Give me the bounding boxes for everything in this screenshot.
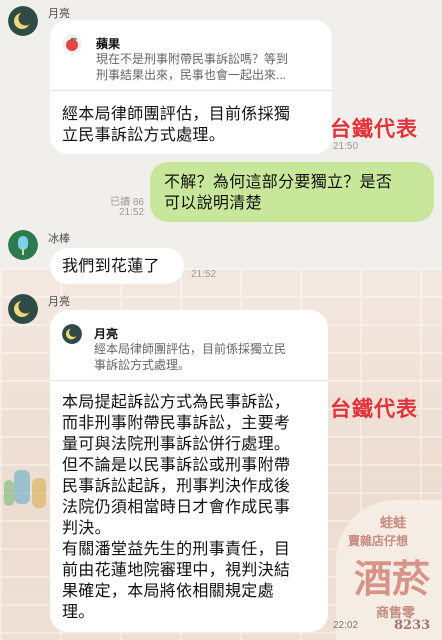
message-text-line: 理。 — [62, 604, 95, 621]
message-text-line: 判決。 — [62, 520, 111, 537]
message-text-line: 經本局律師團評估，目前係採獨 — [62, 106, 291, 123]
avatar-popsicle[interactable] — [8, 230, 38, 260]
message-bubble-incoming[interactable]: 我們到花蓮了 — [50, 248, 184, 284]
quoted-text-line: 事訴訟方式處理。 — [94, 358, 191, 372]
message-bubble-incoming[interactable]: 蘋果 現在不是刑事附帶民事訴訟嗎？等到 刑事結果出來，民事也會一起出來... 經… — [50, 20, 332, 154]
sender-name: 冰棒 — [48, 233, 70, 245]
message-text-line: 有關潘堂益先生的刑事責任，目 — [62, 541, 291, 558]
apple-icon — [62, 34, 82, 54]
moon-icon — [62, 324, 82, 344]
sender-name: 月亮 — [48, 296, 70, 308]
message-text-line: 不解？為何這部分要獨立？是否 — [164, 174, 393, 191]
message-text-line: 民事訴訟起訴，刑事判決作成後 — [62, 478, 291, 495]
moon-icon — [8, 294, 38, 324]
message-text-line: 可以說明清楚 — [164, 195, 262, 212]
sender-name: 月亮 — [48, 8, 70, 20]
message-text-line: 而非刑事附帶民事訴訟，主要考 — [62, 415, 291, 432]
message-time: 21:52 — [191, 269, 217, 280]
quoted-text-line: 經本局律師團評估，目前係採獨立民 — [94, 342, 287, 356]
quoted-text-line: 現在不是刑事附帶民事訴訟嗎？等到 — [96, 52, 289, 66]
message-time: 21:52 — [118, 207, 144, 218]
message-bubble-outgoing[interactable]: 不解？為何這部分要獨立？是否 可以說明清楚 — [150, 162, 434, 222]
message-bubble-incoming[interactable]: 月亮 經本局律師團評估，目前係採獨立民 事訴訟方式處理。 本局提起訴訟方式為民事… — [50, 310, 328, 632]
background-bottle — [4, 480, 14, 506]
message-text-line: 果確定，本局將依相關規定處 — [62, 583, 274, 600]
avatar-moon[interactable] — [8, 6, 38, 36]
message-body: 本局提起訴訟方式為民事訴訟， 而非刑事附帶民事訴訟，主要考 量可與法院刑事訴訟併行處… — [62, 392, 290, 623]
overlay-label: 台鐵代表 — [330, 398, 418, 421]
popsicle-icon — [8, 230, 38, 260]
message-text-line: 但不論是以民事訴訟或刑事附帶 — [62, 457, 291, 474]
quote-divider — [50, 90, 332, 91]
quoted-text-line: 刑事結果出來，民事也會一起出來... — [96, 68, 287, 82]
sign-text-big: 酒菸 — [354, 556, 431, 601]
quoted-sender-name: 月亮 — [94, 327, 119, 341]
background-bottle — [32, 478, 46, 508]
avatar-moon[interactable] — [8, 294, 38, 324]
message-text-line: 前由花蓮地院審理中，視判決結 — [62, 562, 291, 579]
message-text: 我們到花蓮了 — [62, 258, 160, 275]
quoted-sender-name: 蘋果 — [96, 37, 121, 51]
message-time: 21:50 — [333, 141, 359, 152]
sign-text-line2: 賣雜店仔想 — [348, 534, 409, 548]
read-receipt: 已讀 86 — [110, 197, 144, 208]
background-shop-sign: 蛙蛙 賣雜店仔想 酒菸 商售零 8233 — [336, 500, 442, 640]
message-time: 22:02 — [333, 620, 359, 631]
message-text-line: 量可與法院刑事訴訟併行處理。 — [62, 436, 291, 453]
overlay-label: 台鐵代表 — [330, 118, 418, 141]
sign-text-top: 蛙蛙 — [380, 516, 407, 531]
background-bottle — [14, 470, 30, 504]
message-text-line: 立民事訴訟方式處理。 — [62, 127, 226, 144]
sign-text-phone: 8233 — [394, 618, 431, 633]
quote-divider — [50, 380, 328, 381]
message-text-line: 本局提起訴訟方式為民事訴訟， — [62, 394, 291, 411]
moon-icon — [8, 6, 38, 36]
message-text-line: 法院仍須相當時日才會作成民事 — [62, 499, 291, 516]
